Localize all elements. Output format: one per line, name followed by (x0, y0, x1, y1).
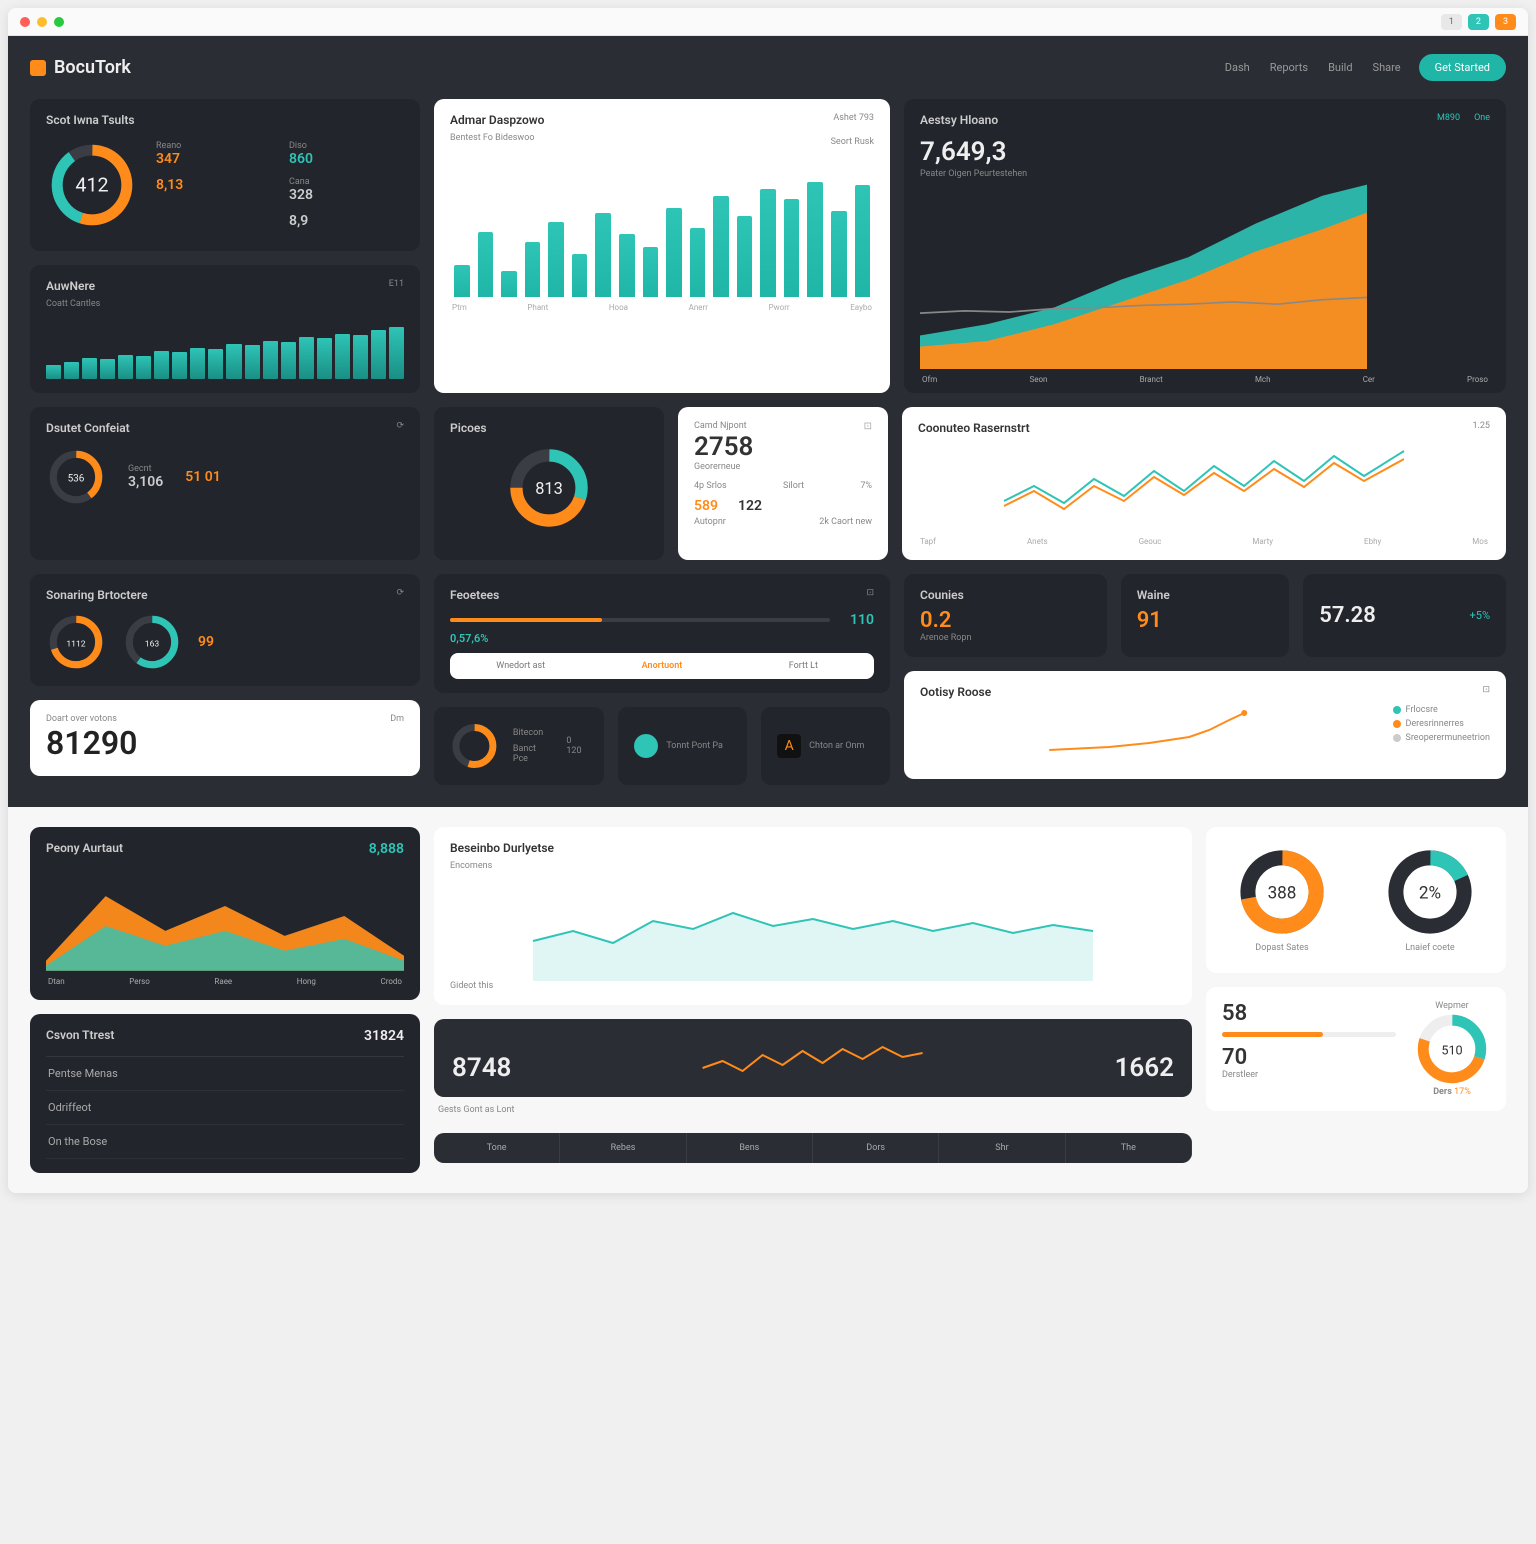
donut-icon: 1112 (46, 612, 106, 672)
line-chart (918, 441, 1490, 531)
svg-text:163: 163 (145, 639, 160, 649)
somting-card: Sonaring Brtoctere⟳ 1112 163 99 (30, 574, 420, 686)
bigstat-card: 57.28 +5% (1303, 574, 1506, 657)
area-chart (46, 861, 404, 971)
brand[interactable]: BocuTork (30, 57, 131, 78)
nav-item[interactable]: Dash (1225, 61, 1250, 74)
area-chart-card: Aestsy Hloano M890 One 7,649,3 Peater Oi… (904, 99, 1506, 393)
donut-icon: 536 (46, 447, 106, 507)
list-item[interactable]: Pentse Menas (46, 1057, 404, 1091)
bar-chart-card: Admar Daspzowo Bentest Fo Bideswoo Ashet… (434, 99, 890, 393)
titlebar-pill[interactable]: 3 (1495, 14, 1516, 30)
list-card: Csvon Ttrest 31824 Pentse Menas Odriffeo… (30, 1014, 420, 1173)
tabs[interactable]: Wnedort ast Anortuont Fortt Lt (450, 653, 874, 679)
donut-icon: 510 (1414, 1011, 1490, 1087)
final-card: 58 70 Derstleer Wepmer 510 Ders 17% (1206, 987, 1506, 1111)
titlebar: 1 2 3 (8, 8, 1528, 36)
svg-text:388: 388 (1268, 883, 1297, 903)
picoes-card: Picoes 813 (434, 407, 664, 560)
donut-icon: 2% (1385, 847, 1475, 937)
brand-icon (30, 60, 46, 76)
audience-card: AuwNere Coatt Cantles E11 (30, 265, 420, 393)
card-title: Scot Iwna Tsults (46, 113, 404, 127)
nav-item[interactable]: Build (1328, 61, 1352, 74)
kpi-big-card: Doart over votonsDm 81290 (30, 700, 420, 776)
donut-icon: 813 (506, 445, 592, 531)
results-donut: 412 (46, 139, 138, 231)
badge-card: A Chton ar Onm (761, 707, 890, 785)
maximize-icon[interactable] (54, 17, 64, 27)
list-item[interactable]: On the Bose (46, 1125, 404, 1159)
revenue-card: Coonuteo Rasernstrt1.25 TapfAnetsGeoucMa… (902, 407, 1506, 560)
nav-item[interactable]: Reports (1270, 61, 1308, 74)
results-card: Scot Iwna Tsults 412 Reano347 Diso860 8,… (30, 99, 420, 251)
nav-item[interactable]: Share (1373, 61, 1401, 74)
dark-strip: 8748 1662 (434, 1019, 1192, 1097)
line-chart (551, 1033, 1074, 1083)
svg-text:536: 536 (68, 473, 85, 484)
waine-card: Waine 91 (1121, 574, 1290, 657)
svg-text:813: 813 (535, 479, 563, 498)
donut-icon: 163 (122, 612, 182, 672)
cta-button[interactable]: Get Started (1419, 54, 1506, 81)
expand-icon[interactable]: ⊡ (864, 421, 872, 432)
distinct-card: Dsutet Confeiat⟳ 536 Gecnt3,106 51 01 (30, 407, 420, 560)
numbers-card: Camd Njpont⊡ 2758 Georerneue 4p SrlosSil… (678, 407, 888, 560)
deliveries-card: Beseinbo Durlyetse Encomens Gideot this (434, 827, 1192, 1005)
mountain-card: Peony Aurtaut8,888 DtanPersoRaeeHongCrod… (30, 827, 420, 1000)
small-donut-card: BiteconBanct Pce 0 120 (434, 707, 604, 785)
category-card: Ootisy Roose⊡ Frlocsre Deresrinnerres Sr… (904, 671, 1506, 779)
line-chart (450, 871, 1176, 981)
audience-spark (46, 309, 404, 379)
brand-label: BocuTork (54, 57, 131, 78)
bar-chart (450, 147, 874, 297)
fees-card: Feoetees⊡ 110 0,57,6% Wnedort ast Anortu… (434, 574, 890, 693)
counies-card: Counies 0.2 Arenoe Ropn (904, 574, 1107, 657)
x-axis: PtmPhantHooaAnerrPworrEaybo (450, 297, 874, 312)
line-chart (920, 705, 1379, 765)
svg-text:510: 510 (1441, 1043, 1462, 1058)
titlebar-pill[interactable]: 2 (1468, 14, 1489, 30)
donut-icon: 388 (1237, 847, 1327, 937)
badge-card: Tonnt Pont Pa (618, 707, 747, 785)
x-axis: OfmSeonBranctMchCerProso (920, 369, 1490, 384)
cell-row: ToneRebesBensDorsShrThe (434, 1133, 1192, 1163)
titlebar-pill[interactable]: 1 (1441, 14, 1462, 30)
ring-pair-card: 388 Dopast Sates 2% Lnaief coete (1206, 827, 1506, 973)
list-item[interactable]: Odriffeot (46, 1091, 404, 1125)
minimize-icon[interactable] (37, 17, 47, 27)
x-axis: TapfAnetsGeoucMartyEbhyMos (918, 531, 1490, 546)
area-chart (920, 179, 1367, 369)
svg-text:2%: 2% (1419, 883, 1441, 903)
svg-text:412: 412 (75, 174, 108, 197)
svg-text:1112: 1112 (66, 639, 85, 649)
close-icon[interactable] (20, 17, 30, 27)
